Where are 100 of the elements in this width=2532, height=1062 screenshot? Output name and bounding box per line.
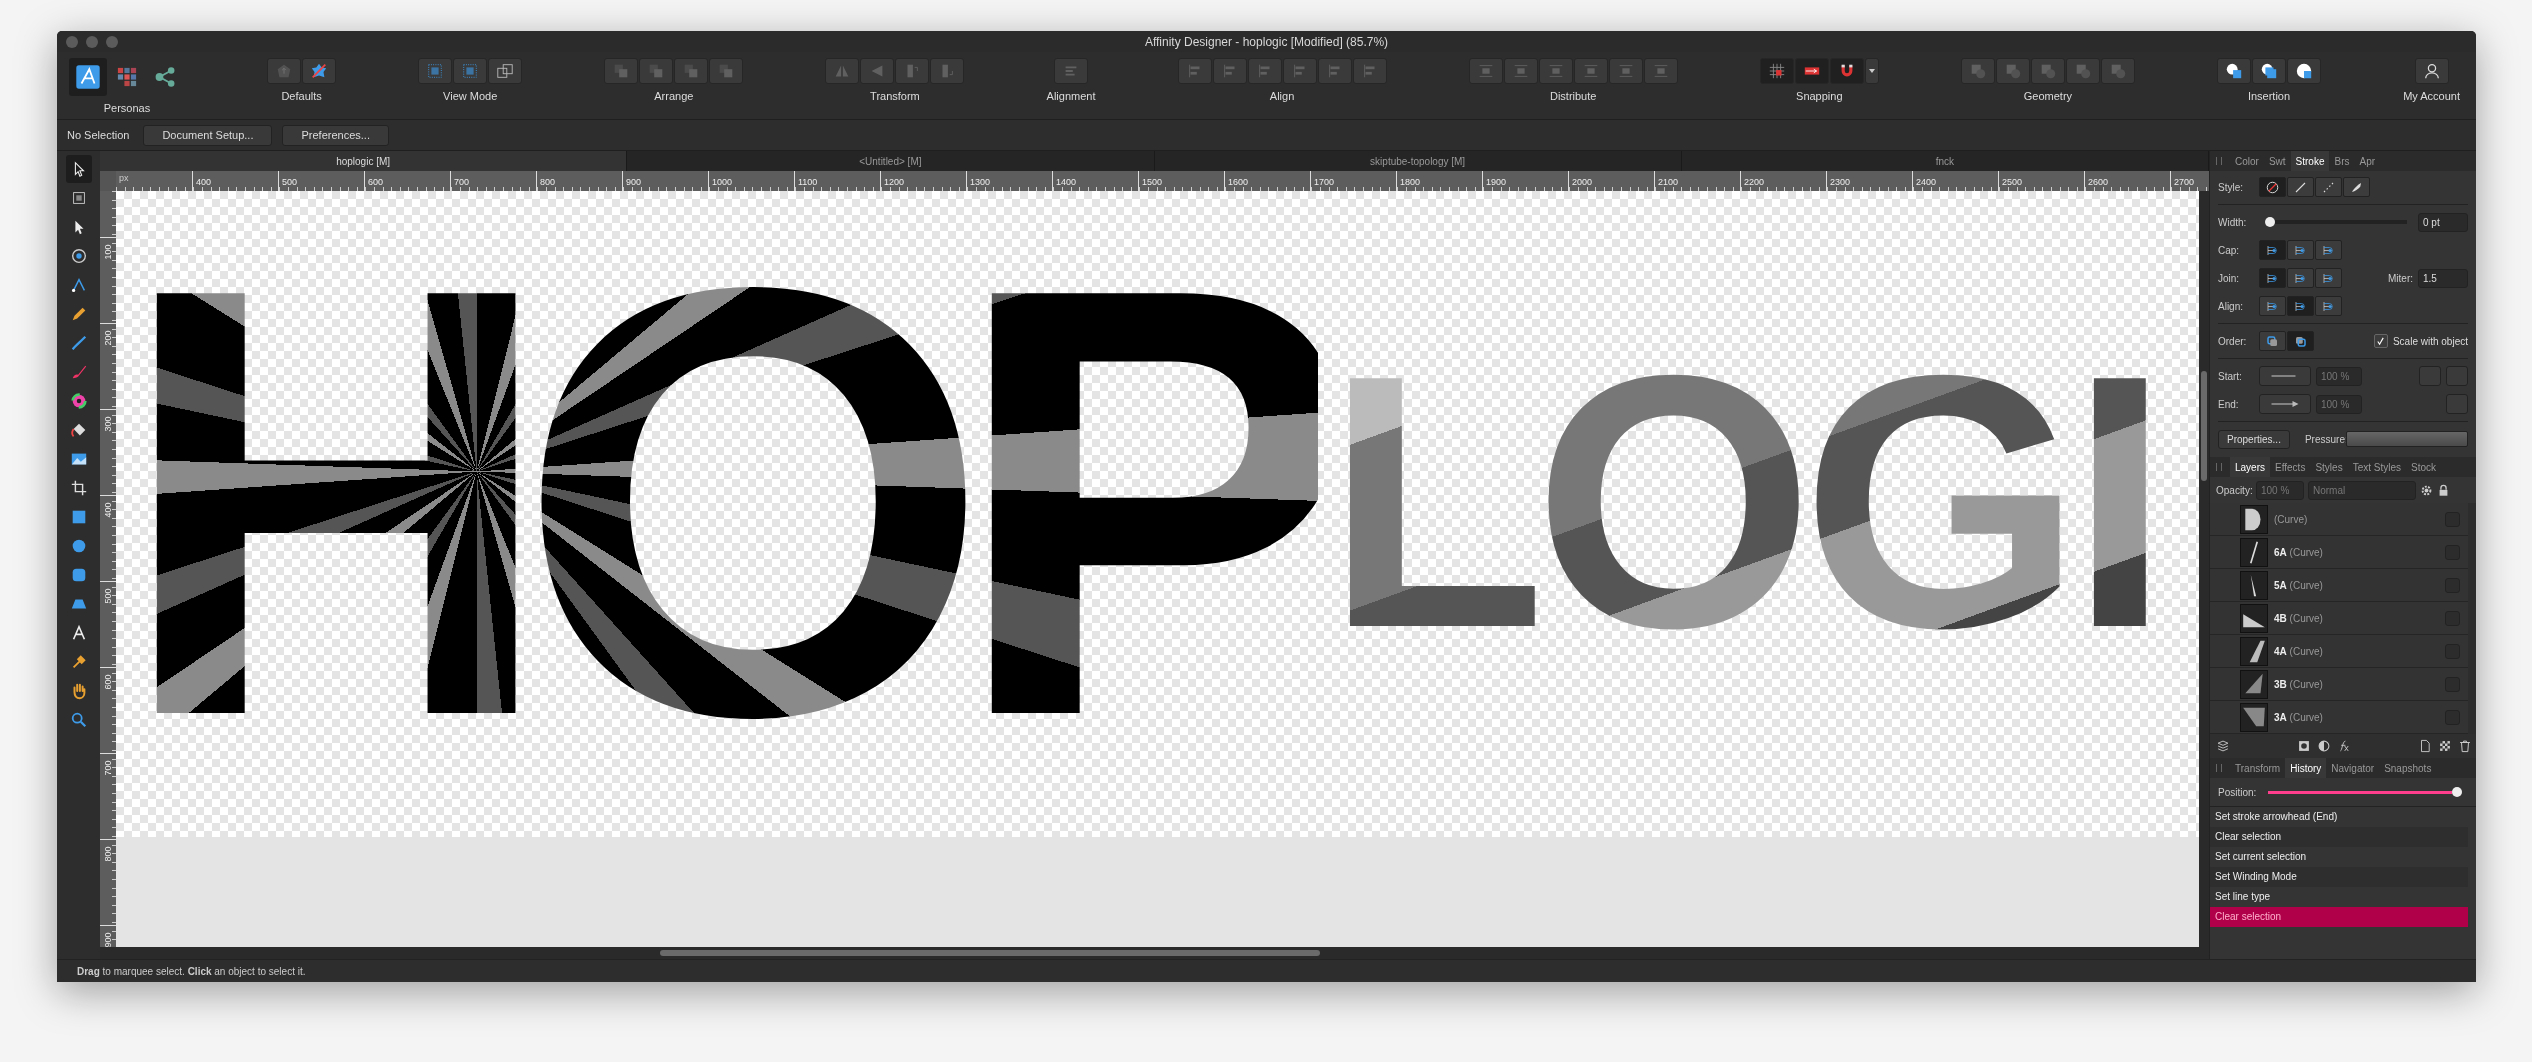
persona-triangle-button[interactable] (69, 58, 107, 96)
slider-thumb[interactable] (2265, 217, 2275, 227)
toolbar-group-label: View Mode (443, 90, 498, 102)
context-button[interactable]: Document Setup... (143, 124, 273, 146)
checkerboard-icon[interactable] (2438, 739, 2452, 753)
panel-tab[interactable]: Apr (2354, 151, 2381, 171)
layer-row[interactable]: (Curve) (2210, 503, 2468, 536)
magnet-button[interactable] (1829, 58, 1864, 84)
panel-tab[interactable]: Stock (2406, 457, 2441, 477)
round-cap-button[interactable] (2287, 240, 2314, 260)
layer-thumbnail (2240, 636, 2268, 666)
field-label: Cap: (2218, 244, 2241, 256)
panel-grip-icon[interactable] (2216, 463, 2222, 471)
scroll-thumb[interactable] (2201, 371, 2207, 481)
crop-icon (69, 479, 88, 497)
panel-tab[interactable]: Stroke (2290, 151, 2330, 171)
round-join-button[interactable] (2287, 268, 2314, 288)
lock-icon[interactable] (2437, 483, 2450, 497)
layer-row[interactable]: 4B (Curve) (2210, 602, 2468, 635)
panel-tab[interactable]: Text Styles (2347, 457, 2406, 477)
layer-row[interactable]: 6A (Curve) (2210, 536, 2468, 569)
outside-align-button[interactable] (2315, 296, 2342, 316)
person-button[interactable] (2414, 58, 2449, 84)
panel-grip-icon[interactable] (2216, 157, 2222, 165)
field-label: Style: (2218, 181, 2244, 193)
no-stroke-button[interactable] (2259, 177, 2286, 197)
context-button[interactable]: Preferences... (282, 124, 389, 146)
toolbar-group-label: Defaults (281, 90, 322, 102)
history-item[interactable]: Set Winding Mode (2210, 867, 2468, 887)
frame-overlap-button[interactable] (488, 58, 523, 84)
mask-icon[interactable] (2297, 739, 2311, 753)
properties-button[interactable]: Properties... (2218, 429, 2290, 449)
history-item[interactable]: Clear selection (2210, 907, 2468, 927)
panel-tab[interactable]: Effects (2270, 457, 2311, 477)
ruler-label: 1200 (883, 177, 905, 187)
trash-icon[interactable] (2458, 739, 2472, 753)
insert-behind-button[interactable] (2217, 58, 2251, 84)
layer-row[interactable]: 5A (Curve) (2210, 569, 2468, 602)
no-stroke-icon (2265, 179, 2280, 195)
panel-tab[interactable]: Layers (2230, 457, 2270, 477)
snap-grid-icon (1767, 62, 1786, 80)
insert-top-button[interactable] (2252, 58, 2286, 84)
scroll-thumb[interactable] (660, 950, 1320, 956)
layer-row[interactable]: 3B (Curve) (2210, 668, 2468, 701)
document-tab[interactable]: hoplogic [M] (100, 151, 628, 171)
new-page-icon[interactable] (2418, 739, 2432, 753)
butt-cap-button[interactable] (2259, 240, 2286, 260)
snap-grid-button[interactable] (1759, 58, 1794, 84)
history-item[interactable]: Set line type (2210, 887, 2468, 907)
brush-stroke-button[interactable] (2343, 177, 2370, 197)
inside-align-button[interactable] (2259, 296, 2286, 316)
snapping-menu-button[interactable] (1864, 58, 1879, 84)
checkmark-icon (2376, 336, 2386, 346)
toolbar-group-label: My Account (2403, 90, 2460, 102)
layer-name: 4B (Curve) (2274, 612, 2324, 624)
layer-name: 3A (Curve) (2274, 711, 2324, 723)
pointer-tool[interactable] (65, 155, 92, 183)
slider-thumb[interactable] (2452, 787, 2462, 797)
square-cap-button[interactable] (2315, 240, 2342, 260)
width-field[interactable]: 0 pt (2418, 212, 2468, 232)
history-item[interactable]: Set current selection (2210, 847, 2468, 867)
panel-tab[interactable]: Navigator (2326, 758, 2380, 778)
pressure-graph-button[interactable] (2345, 431, 2468, 447)
miter-join-button[interactable] (2259, 268, 2286, 288)
toolbar-group-label: Insertion (2247, 90, 2291, 102)
snap-guide-button[interactable] (1794, 58, 1829, 84)
settings-icon[interactable] (2420, 483, 2433, 497)
panel-tab[interactable]: Snapshots (2379, 758, 2437, 778)
layer-name: (Curve) (2274, 513, 2309, 525)
bevel-join-button[interactable] (2315, 268, 2342, 288)
layer-row[interactable]: 4A (Curve) (2210, 635, 2468, 668)
miter-field[interactable]: 1.5 (2418, 268, 2468, 288)
ruler-label: 1700 (1313, 177, 1335, 187)
toolbar-group-label: Arrange (654, 90, 694, 102)
dotted-frame-button[interactable] (453, 58, 488, 84)
ruler-label: 800 (103, 846, 113, 862)
ruler-label: 600 (367, 177, 384, 187)
panel-tab[interactable]: Color (2230, 151, 2264, 171)
adjustment-icon[interactable] (2317, 739, 2331, 753)
stroke-front-button[interactable] (2287, 331, 2314, 351)
arrowhead-dropdown[interactable] (2259, 394, 2311, 414)
field-label: Start: (2218, 370, 2243, 382)
ruler-label: 1100 (797, 177, 818, 187)
panel-tab[interactable]: Brs (2329, 151, 2355, 171)
arrowhead-dropdown[interactable] (2259, 366, 2311, 386)
panel-tab[interactable]: Transform (2230, 758, 2286, 778)
stroke-behind-button[interactable] (2259, 331, 2286, 351)
history-item[interactable]: Clear selection (2210, 827, 2468, 847)
layers-stack-icon[interactable] (2216, 739, 2230, 753)
solid-line-button[interactable] (2287, 177, 2314, 197)
panel-grip-icon[interactable] (2216, 764, 2222, 772)
dotted-frame-button[interactable] (418, 58, 453, 84)
panel-tab[interactable]: Styles (2310, 457, 2348, 477)
checkbox[interactable] (2373, 334, 2388, 348)
center-align-button[interactable] (2287, 296, 2314, 316)
history-item[interactable]: Set stroke arrowhead (End) (2210, 807, 2468, 827)
panel-tab[interactable]: Swt (2263, 151, 2291, 171)
insert-inside-button[interactable] (2287, 58, 2321, 84)
crossed-shape-button[interactable] (302, 58, 337, 84)
panel-tab[interactable]: History (2285, 758, 2327, 778)
